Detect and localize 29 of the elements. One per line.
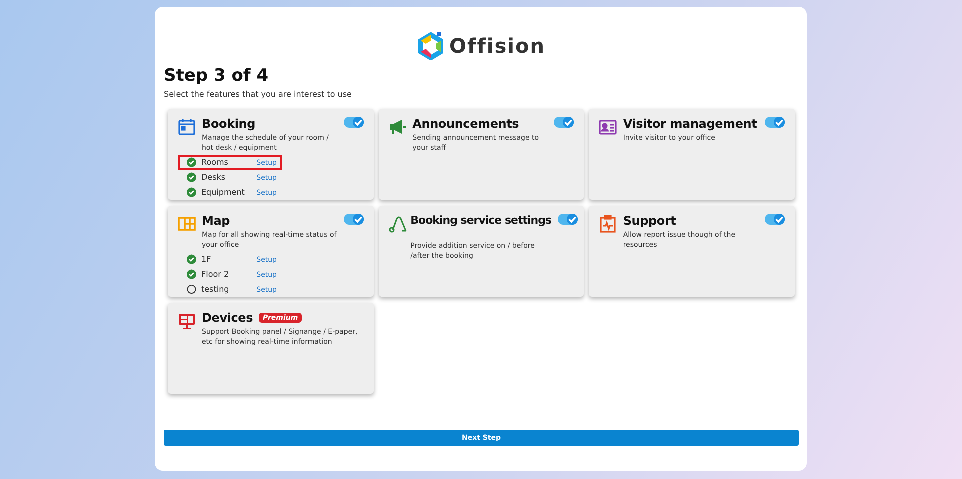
- feature-toggle[interactable]: [765, 214, 785, 225]
- feature-toggle[interactable]: [344, 117, 364, 128]
- feature-title: Booking: [202, 117, 256, 131]
- item-label: Rooms: [202, 158, 230, 167]
- item-label: Desks: [202, 173, 227, 182]
- badge-icon: [599, 118, 618, 136]
- megaphone-icon: [388, 118, 407, 136]
- item-label: 1F: [202, 255, 212, 264]
- feature-toggle[interactable]: [344, 214, 364, 225]
- feature-title: Booking service settings: [410, 214, 552, 227]
- clipboard-icon: [599, 215, 618, 233]
- feature-toggle[interactable]: [765, 117, 785, 128]
- calendar-icon: [178, 118, 196, 136]
- step-description: Select the features that you are interest to use: [164, 90, 353, 99]
- monitor-icon: [178, 312, 196, 330]
- feature-title: Visitor management: [623, 117, 758, 131]
- feature-title: Map: [202, 214, 230, 228]
- item-label: Equipment: [202, 188, 246, 197]
- map-icon: [178, 215, 196, 233]
- feature-title: Support: [623, 214, 676, 228]
- feature-toggle[interactable]: [554, 117, 574, 128]
- item-label: testing: [202, 285, 230, 294]
- feature-title: Devices: [202, 311, 254, 325]
- feature-title: Announcements: [412, 117, 520, 131]
- item-label: Floor 2: [202, 270, 230, 279]
- feature-toggle[interactable]: [558, 214, 578, 225]
- step-heading: Step 3 of 4: [164, 66, 270, 86]
- logo-icon: [418, 32, 444, 60]
- logo-text: Offision: [450, 34, 546, 58]
